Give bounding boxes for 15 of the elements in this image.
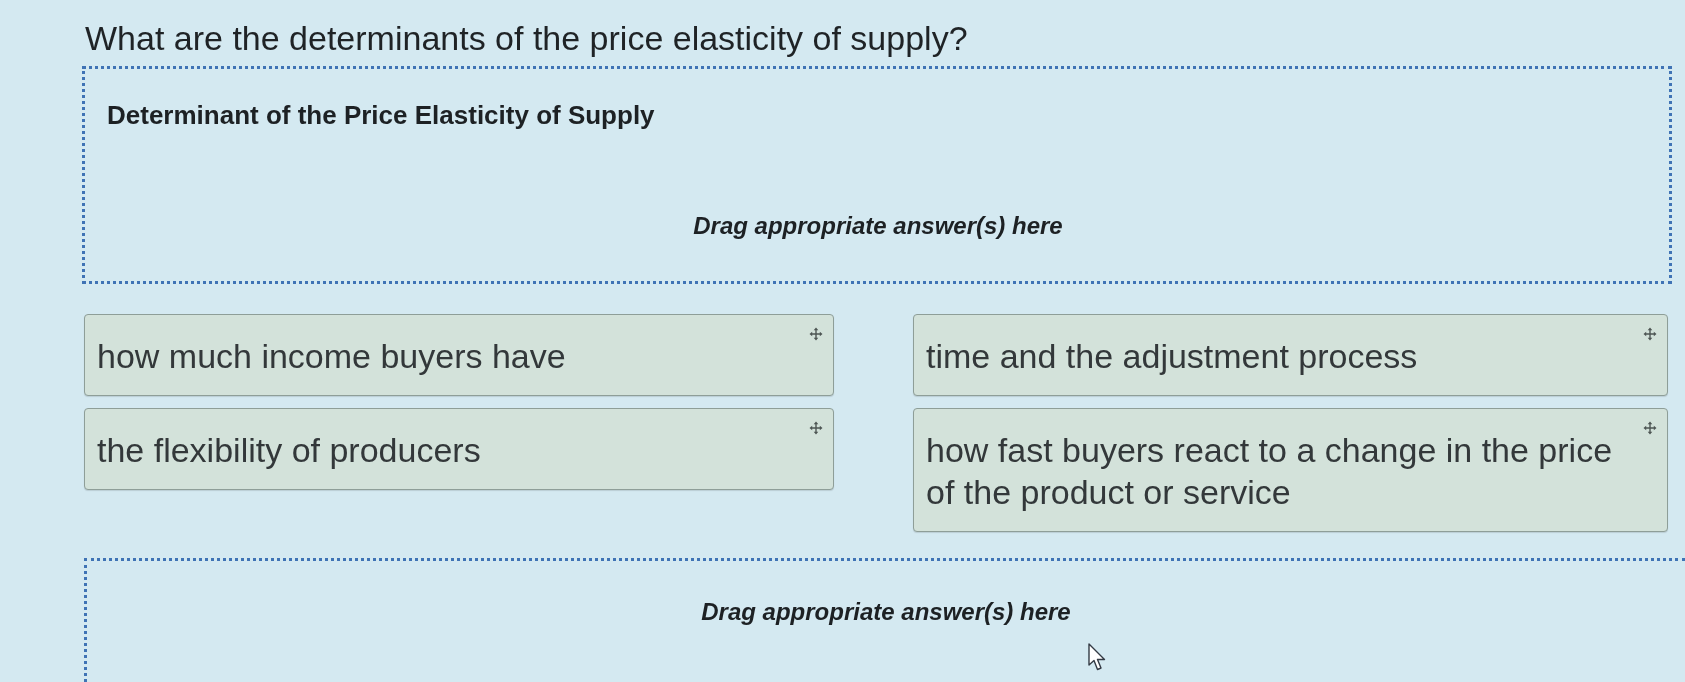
mouse-cursor-icon [1088, 643, 1106, 671]
answer-tile[interactable]: the flexibility of producers [84, 408, 834, 490]
question-text: What are the determinants of the price elasticity of supply? [85, 18, 968, 59]
drop-zone-heading: Determinant of the Price Elasticity of Supply [107, 99, 655, 131]
drop-zone[interactable]: Drag appropriate answer(s) here [84, 558, 1685, 682]
drop-zone[interactable]: Determinant of the Price Elasticity of Supply Drag appropriate answer(s) here [82, 66, 1672, 284]
answer-tile[interactable]: how fast buyers react to a change in the price of the product or service [913, 408, 1668, 532]
move-icon [1643, 327, 1657, 341]
answer-tile[interactable]: how much income buyers have [84, 314, 834, 396]
move-icon [809, 421, 823, 435]
drop-hint: Drag appropriate answer(s) here [693, 211, 1063, 241]
drop-hint: Drag appropriate answer(s) here [701, 597, 1071, 627]
move-icon [1643, 421, 1657, 435]
answer-tile[interactable]: time and the adjustment process [913, 314, 1668, 396]
move-icon [809, 327, 823, 341]
